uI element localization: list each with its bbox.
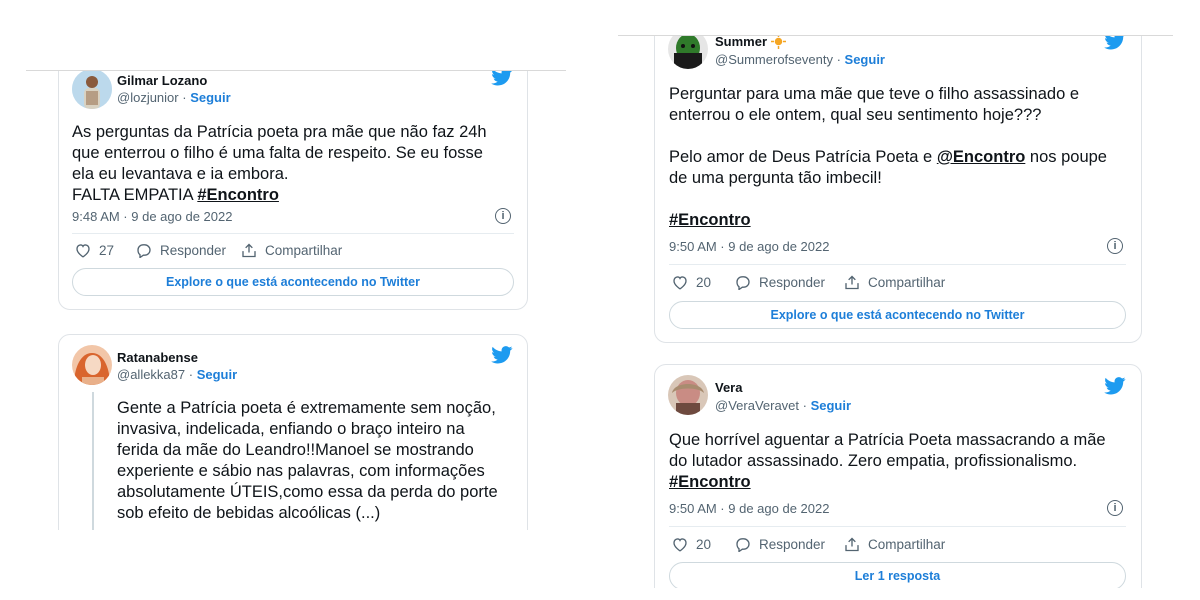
timestamp[interactable]: 9:50 AM · 9 de ago de 2022 <box>669 501 829 516</box>
tweet-card-ratanabense: Ratanabense @allekka87 · Seguir Gente a … <box>58 334 528 530</box>
author-name-line: Summer <box>715 36 786 49</box>
like-button[interactable]: 20 <box>672 537 711 552</box>
author-name[interactable]: Summer <box>715 36 767 49</box>
reply-label: Responder <box>759 537 826 552</box>
follow-link[interactable]: Seguir <box>845 52 885 67</box>
follow-link[interactable]: Seguir <box>811 398 851 413</box>
like-button[interactable]: 27 <box>75 243 114 258</box>
info-icon[interactable]: i <box>1107 238 1123 254</box>
info-icon[interactable]: i <box>495 208 511 224</box>
reply-button[interactable]: Responder <box>136 243 227 259</box>
sun-emoji-icon <box>770 36 786 49</box>
tweet-text: Que horrível aguentar a Patrícia Poeta m… <box>669 431 1106 470</box>
explore-twitter-button[interactable]: Explore o que está acontecendo no Twitte… <box>72 268 514 296</box>
share-icon <box>242 243 256 258</box>
reply-label: Responder <box>160 243 227 258</box>
twitter-bird-icon[interactable] <box>491 346 513 364</box>
like-count: 27 <box>99 243 115 258</box>
share-label: Compartilhar <box>265 243 343 258</box>
like-count: 20 <box>696 275 712 290</box>
reply-label: Responder <box>759 275 826 290</box>
tweet-body: As perguntas da Patrícia poeta pra mãe q… <box>72 123 487 204</box>
author-handle-line: @allekka87 · Seguir <box>117 367 238 382</box>
hashtag-link[interactable]: #Encontro <box>197 186 279 204</box>
author-name[interactable]: Ratanabense <box>117 350 198 365</box>
follow-link[interactable]: Seguir <box>197 367 237 382</box>
divider <box>669 526 1126 527</box>
avatar-ratanabense[interactable] <box>72 345 112 385</box>
share-label: Compartilhar <box>868 537 946 552</box>
twitter-bird-icon[interactable] <box>491 71 513 86</box>
divider <box>72 233 514 234</box>
reply-button[interactable]: Responder <box>735 537 826 553</box>
share-button[interactable]: Compartilhar <box>241 243 342 258</box>
info-icon[interactable]: i <box>1107 500 1123 516</box>
tweet-text-para1: Perguntar para uma mãe que teve o filho … <box>669 85 1080 124</box>
tweet-card-frame <box>654 36 1142 343</box>
tweet-hashtag-line: #Encontro <box>669 210 751 231</box>
reply-bubble-icon <box>736 276 750 291</box>
share-icon <box>845 537 859 552</box>
tweet-card-gilmar: Gilmar Lozano @lozjunior · Seguir As per… <box>58 71 528 311</box>
explore-twitter-button[interactable]: Explore o que está acontecendo no Twitte… <box>669 301 1126 329</box>
read-replies-button[interactable]: Ler 1 resposta <box>669 562 1126 588</box>
share-icon <box>845 275 859 290</box>
timestamp[interactable]: 9:50 AM · 9 de ago de 2022 <box>669 239 829 254</box>
share-label: Compartilhar <box>868 275 946 290</box>
tweet-hashtag-line: #Encontro <box>669 472 751 493</box>
divider <box>669 264 1126 265</box>
author-name[interactable]: Vera <box>715 380 742 395</box>
hashtag-link[interactable]: #Encontro <box>669 211 751 229</box>
tweet-text-para2: Pelo amor de Deus Patrícia Poeta e @Enco… <box>669 147 1134 189</box>
avatar-vera[interactable] <box>668 375 708 415</box>
tweet-card-vera: Vera @VeraVeravet · Seguir Que horrível … <box>654 364 1142 588</box>
heart-icon <box>76 244 90 258</box>
tweet-body: Pelo amor de Deus Patrícia Poeta e <box>669 148 937 166</box>
tweet-text: Gente a Patrícia poeta é extremamente se… <box>117 399 498 522</box>
author-handle[interactable]: @VeraVeravet <box>715 398 799 413</box>
author-handle[interactable]: @lozjunior <box>117 90 179 105</box>
twitter-bird-icon[interactable] <box>1104 36 1126 50</box>
author-handle-line: @lozjunior · Seguir <box>117 90 231 105</box>
reply-bubble-icon <box>736 538 750 553</box>
share-button[interactable]: Compartilhar <box>844 537 945 552</box>
heart-icon <box>673 276 687 290</box>
tweet-text: As perguntas da Patrícia poeta pra mãe q… <box>72 122 522 206</box>
heart-icon <box>673 538 687 552</box>
follow-link[interactable]: Seguir <box>190 90 230 105</box>
like-button[interactable]: 20 <box>672 275 711 290</box>
tweet-card-summer: Summer @Summerofseventy · Seguir Pergunt… <box>654 36 1142 344</box>
reply-bubble-icon <box>137 244 151 259</box>
author-handle-line: @VeraVeravet · Seguir <box>715 398 852 413</box>
reply-button[interactable]: Responder <box>735 275 826 291</box>
like-count: 20 <box>696 537 712 552</box>
hashtag-link[interactable]: #Encontro <box>669 473 751 491</box>
share-button[interactable]: Compartilhar <box>844 275 945 290</box>
mention-link[interactable]: @Encontro <box>937 148 1026 166</box>
thread-line <box>92 392 94 530</box>
timestamp[interactable]: 9:48 AM · 9 de ago de 2022 <box>72 209 232 224</box>
author-handle[interactable]: @Summerofseventy <box>715 52 833 67</box>
author-handle[interactable]: @allekka87 <box>117 367 185 382</box>
author-name[interactable]: Gilmar Lozano <box>117 73 207 88</box>
author-handle-line: @Summerofseventy · Seguir <box>715 52 885 67</box>
twitter-bird-icon[interactable] <box>1104 377 1126 395</box>
